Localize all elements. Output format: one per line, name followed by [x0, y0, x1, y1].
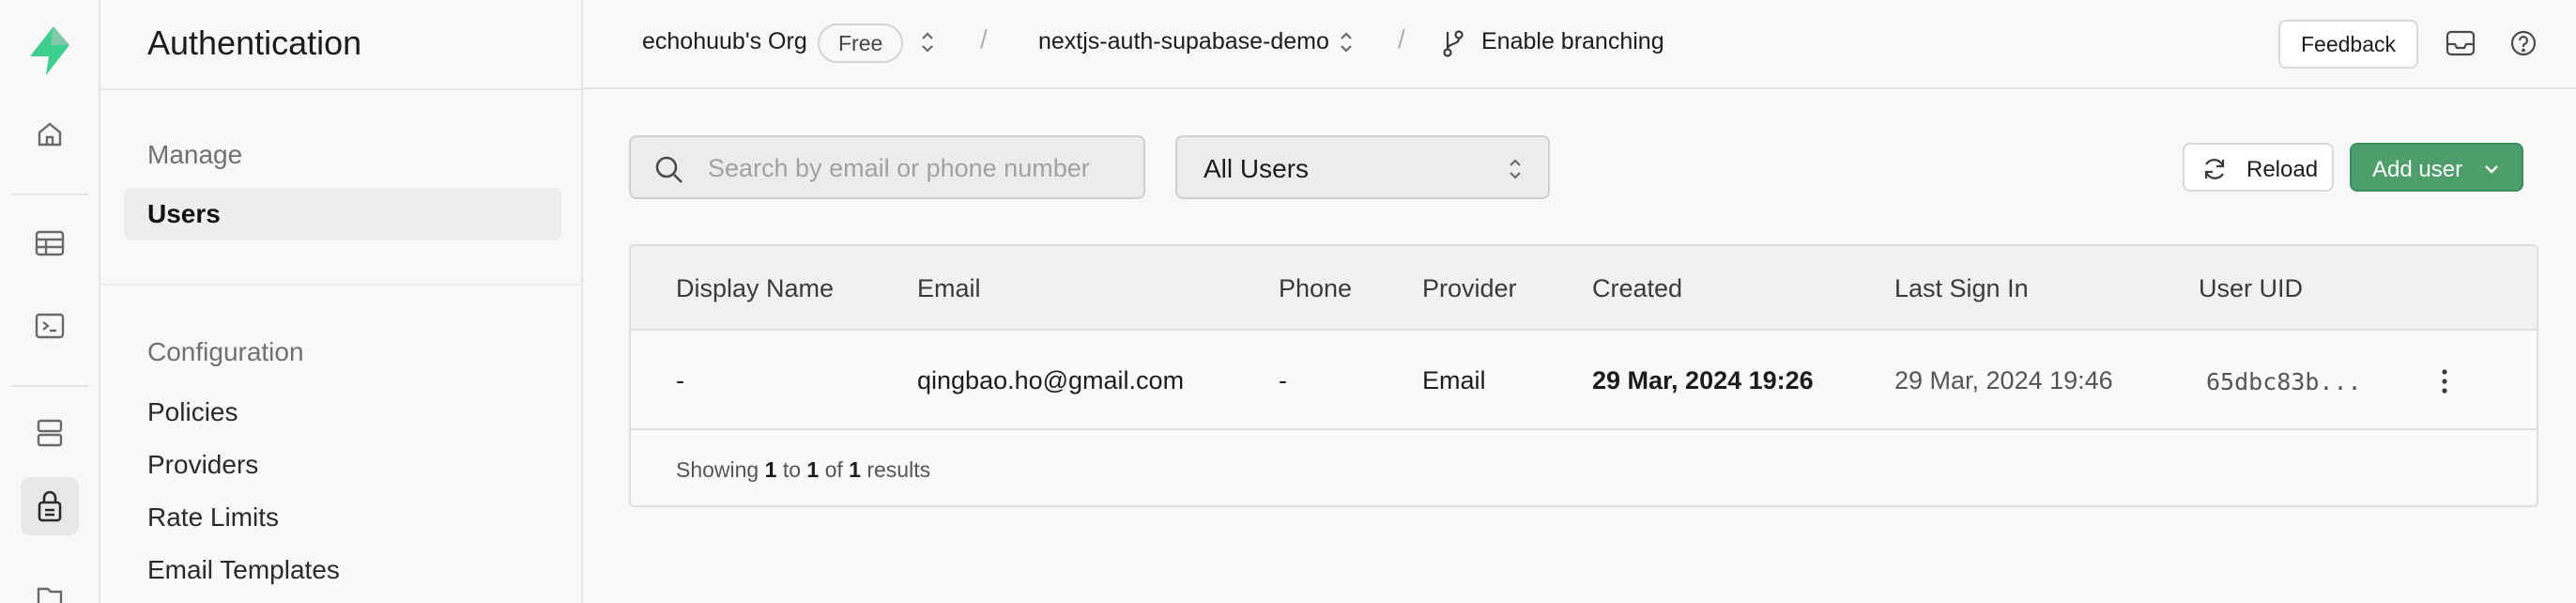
feedback-button[interactable]: Feedback — [2278, 20, 2418, 69]
column-header-phone[interactable]: Phone — [1279, 274, 1352, 303]
table-editor-icon[interactable] — [21, 214, 79, 272]
pagination-total: 1 — [849, 457, 861, 482]
project-name[interactable]: nextjs-auth-supabase-demo — [1038, 28, 1329, 55]
column-header-user-uid[interactable]: User UID — [2199, 274, 2303, 303]
cell-created: 29 Mar, 2024 19:26 — [1592, 366, 1814, 394]
rail-divider — [11, 385, 88, 387]
icon-rail — [0, 0, 100, 603]
reload-label: Reload — [2246, 157, 2319, 182]
breadcrumb-separator: / — [1398, 24, 1405, 54]
authentication-icon[interactable] — [21, 477, 79, 535]
breadcrumb-separator: / — [980, 24, 988, 54]
row-actions-more-icon[interactable] — [2433, 366, 2456, 396]
reload-button[interactable]: Reload — [2183, 143, 2334, 192]
cell-phone: - — [1279, 366, 1287, 394]
column-header-display-name[interactable]: Display Name — [676, 274, 834, 303]
help-icon[interactable] — [2507, 26, 2540, 60]
user-filter-select[interactable]: All Users — [1175, 135, 1550, 199]
cell-email: qingbao.ho@gmail.com — [917, 366, 1185, 394]
auth-sidebar: Authentication Manage Users Configuratio… — [100, 0, 583, 603]
table-header: Display Name Email Phone Provider Create… — [631, 246, 2537, 331]
cell-display-name: - — [676, 366, 684, 394]
org-name[interactable]: echohuub's Org — [642, 28, 807, 55]
sidebar-item-rate-limits[interactable]: Rate Limits — [147, 502, 279, 533]
database-icon[interactable] — [21, 404, 79, 462]
search-placeholder: Search by email or phone number — [708, 154, 1090, 182]
column-header-created[interactable]: Created — [1592, 274, 1682, 303]
column-header-last-sign-in[interactable]: Last Sign In — [1894, 274, 2029, 303]
sidebar-item-email-templates[interactable]: Email Templates — [147, 555, 340, 585]
sidebar-item-policies[interactable]: Policies — [147, 397, 238, 427]
pagination-of-word: of — [824, 457, 843, 482]
pagination-to-word: to — [782, 457, 801, 482]
cell-user-uid: 65dbc83b... — [2206, 368, 2362, 395]
chevron-up-down-icon — [1507, 154, 1524, 184]
cell-provider: Email — [1422, 366, 1486, 394]
sql-editor-icon[interactable] — [21, 297, 79, 355]
cell-last-sign-in: 29 Mar, 2024 19:46 — [1894, 366, 2113, 394]
pagination-to: 1 — [806, 457, 820, 482]
pagination-from: 1 — [764, 457, 777, 482]
sidebar-section-configuration: Configuration — [147, 337, 304, 366]
org-switcher-chevron-icon[interactable] — [919, 28, 936, 56]
pagination-summary: Showing 1 to 1 of 1 results — [676, 457, 930, 483]
sidebar-item-providers[interactable]: Providers — [147, 450, 258, 480]
storage-icon[interactable] — [21, 567, 79, 603]
sidebar-divider — [100, 284, 583, 286]
column-header-email[interactable]: Email — [917, 274, 981, 303]
user-search-input[interactable]: Search by email or phone number — [629, 135, 1145, 199]
rail-divider — [11, 193, 88, 195]
home-icon[interactable] — [21, 105, 79, 163]
plan-badge: Free — [818, 23, 904, 63]
user-filter-value: All Users — [1204, 154, 1310, 183]
table-row[interactable]: - qingbao.ho@gmail.com - Email 29 Mar, 2… — [631, 331, 2537, 430]
column-header-provider[interactable]: Provider — [1422, 274, 1517, 303]
git-branch-icon — [1440, 28, 1466, 58]
users-table: Display Name Email Phone Provider Create… — [629, 244, 2538, 507]
pagination-suffix: results — [866, 457, 931, 482]
refresh-icon — [2201, 156, 2228, 182]
sidebar-header-divider — [100, 88, 583, 90]
top-bar: echohuub's Org Free / nextjs-auth-supaba… — [583, 0, 2576, 89]
supabase-logo-icon[interactable] — [26, 24, 73, 77]
sidebar-title: Authentication — [147, 23, 362, 62]
search-icon — [653, 154, 685, 186]
pagination-prefix: Showing — [676, 457, 759, 482]
sidebar-item-users[interactable]: Users — [124, 188, 561, 240]
inbox-icon[interactable] — [2444, 26, 2477, 60]
sidebar-section-manage: Manage — [147, 140, 243, 169]
add-user-label: Add user — [2372, 157, 2463, 182]
project-switcher-chevron-icon[interactable] — [1338, 28, 1355, 56]
chevron-down-icon[interactable] — [2482, 160, 2501, 178]
enable-branching-button[interactable]: Enable branching — [1481, 28, 1664, 55]
add-user-button[interactable]: Add user — [2350, 143, 2523, 192]
